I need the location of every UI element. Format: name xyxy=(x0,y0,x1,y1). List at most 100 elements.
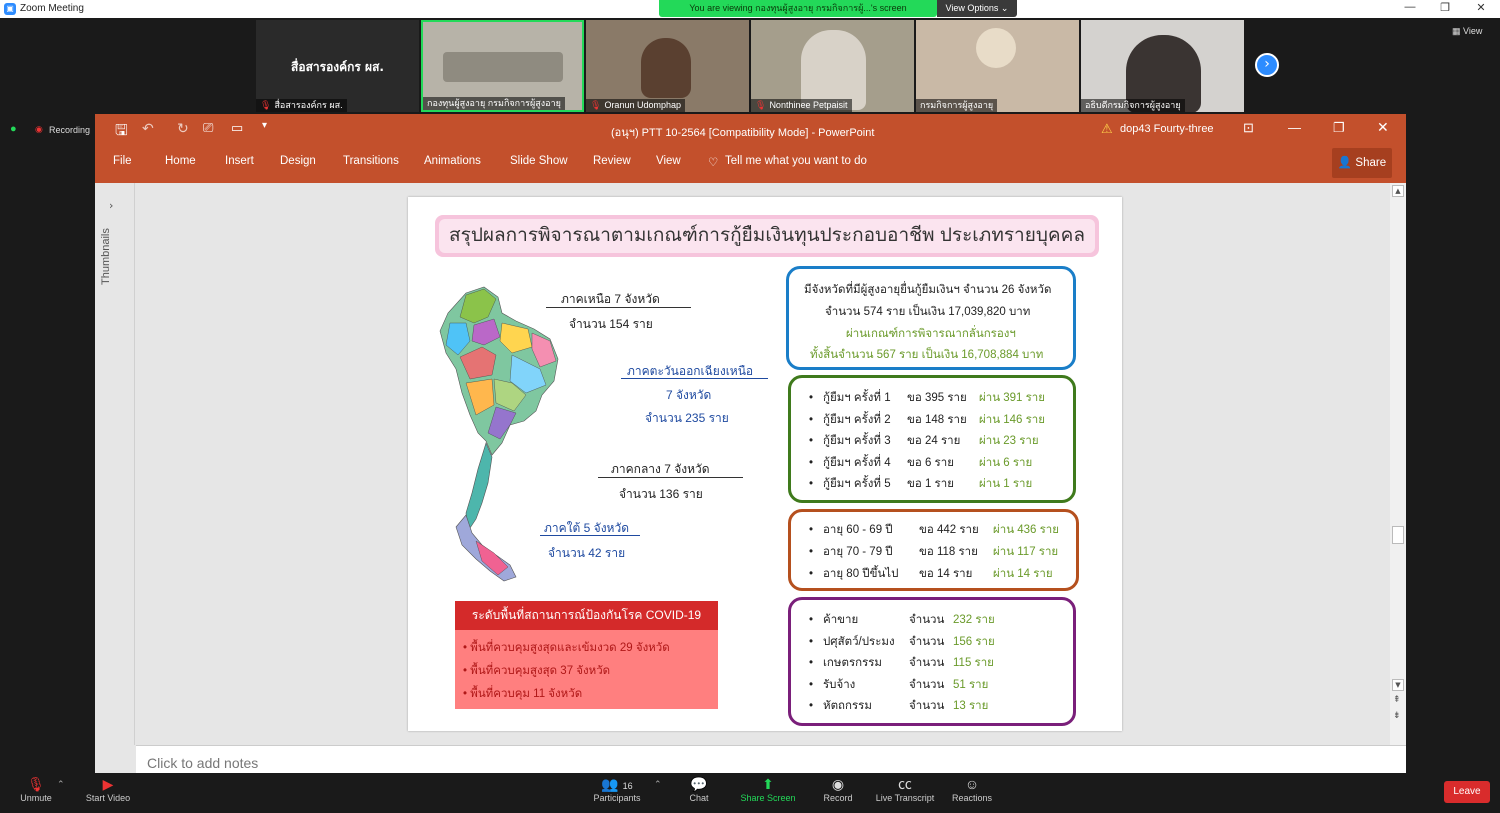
scroll-thumb[interactable] xyxy=(1392,526,1404,544)
next-page-button[interactable]: › xyxy=(1255,53,1279,77)
meeting-toolbar: 🎙 Unmute ⌃ ▶ Start Video 👥 16 Participants … xyxy=(0,773,1500,813)
tab-file[interactable]: File xyxy=(113,155,132,167)
redo-icon[interactable]: ↻ xyxy=(177,120,189,137)
video-content xyxy=(443,52,563,82)
unmute-button[interactable]: 🎙 Unmute xyxy=(14,773,58,813)
muted-mic-icon: 🎙 xyxy=(755,100,767,110)
notes-pane[interactable]: Click to add notes xyxy=(136,745,1406,773)
slide-canvas[interactable]: สรุปผลการพิจารณาตามเกณฑ์การกู้ยืมเงินทุน… xyxy=(408,197,1122,731)
next-slide-icon[interactable]: ⇟ xyxy=(1393,711,1401,721)
loan-row: • กู้ยืมฯ ครั้งที่ 2 ขอ 148 ราย ผ่าน 146 รา… xyxy=(809,413,1046,426)
age-row: • อายุ 80 ปีขึ้นไป ขอ 14 ราย ผ่าน 14 ราย xyxy=(809,568,1053,580)
start-video-label: Start Video xyxy=(85,793,131,803)
open-folder-icon[interactable]: ▭ xyxy=(231,120,243,136)
tab-animations[interactable]: Animations xyxy=(424,155,481,167)
participants-options-icon[interactable]: ⌃ xyxy=(654,779,662,790)
start-video-button[interactable]: ▶ Start Video xyxy=(82,773,134,813)
record-button[interactable]: ◉ Record xyxy=(818,773,858,813)
participants-icon: 👥 16 xyxy=(601,776,633,792)
tab-insert[interactable]: Insert xyxy=(225,155,254,167)
share-screen-icon: ⬆ xyxy=(762,776,774,792)
view-options-button[interactable]: View Options ⌄ xyxy=(937,0,1017,17)
video-content xyxy=(976,28,1016,68)
scroll-down-icon[interactable]: ▼ xyxy=(1392,679,1404,691)
share-screen-button[interactable]: ⬆ Share Screen xyxy=(739,773,797,813)
job-row: • ปศุสัตว์/ประมง จำนวน 156 ราย xyxy=(809,635,995,648)
covid-item: • พื้นที่ควบคุมสูงสุดและเข้มงวด 29 จังหว… xyxy=(463,642,670,654)
participant-name: กองทุนผู้สูงอายุ กรมกิจการผู้สูงอายุ xyxy=(423,97,565,110)
covid-item: • พื้นที่ควบคุมสูงสุด 37 จังหวัด xyxy=(463,665,611,677)
participant-name: อธิบดีกรมกิจการผู้สูงอายุ xyxy=(1081,99,1185,112)
tab-transitions[interactable]: Transitions xyxy=(343,155,399,167)
reactions-icon: ☺ xyxy=(964,776,980,792)
participant-tile[interactable]: 🎙 Oranun Udomphap xyxy=(586,20,749,112)
participant-tile[interactable]: 🎙 Nonthinee Petpaisit xyxy=(751,20,914,112)
live-transcript-button[interactable]: ㏄ Live Transcript xyxy=(873,773,937,813)
age-row: • อายุ 70 - 79 ปี ขอ 118 ราย ผ่าน 117 ราย xyxy=(809,546,1059,558)
loans-box: • กู้ยืมฯ ครั้งที่ 1 ขอ 395 ราย ผ่าน 391 รา… xyxy=(788,375,1076,503)
region-north-line2: จำนวน 154 ราย xyxy=(569,317,653,331)
tell-me-icon[interactable]: ♡ xyxy=(708,155,718,169)
user-name[interactable]: dop43 Fourty-three xyxy=(1120,123,1214,135)
security-shield-icon[interactable]: ● xyxy=(10,123,17,135)
participant-tile-active[interactable]: กองทุนผู้สูงอายุ กรมกิจการผู้สูงอายุ xyxy=(421,20,584,112)
jobs-box: • ค้าขาย จำนวน 232 ราย • ปศุสัตว์/ประมง จำนวน 1… xyxy=(788,597,1076,726)
minimize-icon[interactable]: — xyxy=(1395,1,1425,13)
undo-icon[interactable]: ↶ xyxy=(142,120,154,137)
qat-customize-icon[interactable]: ▾ xyxy=(262,120,267,131)
tab-slide-show[interactable]: Slide Show xyxy=(510,155,568,167)
view-options-label: View Options xyxy=(945,3,999,13)
tab-review[interactable]: Review xyxy=(593,155,631,167)
covid-box: ระดับพื้นที่สถานการณ์ป้องกันโรค COVID-19… xyxy=(455,601,718,709)
participant-name: 🎙 Nonthinee Petpaisit xyxy=(751,99,852,112)
loan-row: • กู้ยืมฯ ครั้งที่ 5 ขอ 1 ราย ผ่าน 1 ราย xyxy=(809,478,1033,490)
divider-line xyxy=(546,307,691,308)
tab-home[interactable]: Home xyxy=(165,155,196,167)
participants-button[interactable]: 👥 16 Participants xyxy=(588,773,646,813)
thailand-map xyxy=(439,286,559,582)
audio-options-icon[interactable]: ⌃ xyxy=(57,779,65,790)
summary-line1: มีจังหวัดที่มีผู้สูงอายุยื่นกู้ยืมเงินฯ … xyxy=(804,284,1052,296)
tab-design[interactable]: Design xyxy=(280,155,316,167)
ppt-close-icon[interactable]: ✕ xyxy=(1377,119,1389,136)
chat-icon: 💬 xyxy=(690,776,708,792)
record-icon: ◉ xyxy=(831,776,845,792)
participant-tile[interactable]: กรมกิจการผู้สูงอายุ xyxy=(916,20,1079,112)
share-button[interactable]: 👤 Share xyxy=(1332,148,1392,178)
ribbon-display-icon[interactable]: ⊡ xyxy=(1243,120,1254,136)
vertical-scrollbar[interactable]: ▲ ▼ ⇞ ⇟ xyxy=(1390,183,1406,745)
viewing-banner: You are viewing กองทุนผู้สูงอายุ กรมกิจก… xyxy=(659,0,937,17)
zoom-logo-icon: ▣ xyxy=(4,3,16,15)
chat-label: Chat xyxy=(689,793,709,803)
restore-icon[interactable]: ❐ xyxy=(1430,1,1460,14)
divider-line xyxy=(621,378,768,379)
scroll-up-icon[interactable]: ▲ xyxy=(1392,185,1404,197)
ppt-ribbon-tabs: File Home Insert Design Transitions Anim… xyxy=(95,144,1406,183)
reactions-button[interactable]: ☺ Reactions xyxy=(950,773,994,813)
save-icon[interactable]: 🖫 xyxy=(115,120,128,145)
view-toggle-button[interactable]: ▦ View xyxy=(1452,26,1482,37)
muted-mic-icon: 🎙 xyxy=(27,776,45,792)
close-icon[interactable]: ✕ xyxy=(1466,1,1496,14)
summary-line4: ทั้งสิ้นจำนวน 567 ราย เป็นเงิน 16,708,88… xyxy=(810,349,1044,361)
loan-row: • กู้ยืมฯ ครั้งที่ 3 ขอ 24 ราย ผ่าน 23 ราย xyxy=(809,435,1039,447)
participant-tile[interactable]: อธิบดีกรมกิจการผู้สูงอายุ xyxy=(1081,20,1244,112)
live-transcript-label: Live Transcript xyxy=(875,793,935,803)
window-title: Zoom Meeting xyxy=(20,3,84,14)
participant-tile[interactable]: สื่อสารองค์กร ผส. 🎙 สื่อสารองค์กร ผส. xyxy=(256,20,419,112)
participant-name: 🎙 Oranun Udomphap xyxy=(586,99,685,112)
slide-title: สรุปผลการพิจารณาตามเกณฑ์การกู้ยืมเงินทุน… xyxy=(439,219,1095,253)
participants-count: 16 xyxy=(622,781,633,791)
ages-box: • อายุ 60 - 69 ปี ขอ 442 ราย ผ่าน 436 ราย • อ… xyxy=(788,509,1079,591)
leave-button[interactable]: Leave xyxy=(1444,781,1490,803)
tell-me-input[interactable]: Tell me what you want to do xyxy=(725,155,867,167)
chat-button[interactable]: 💬 Chat xyxy=(680,773,718,813)
present-icon[interactable]: ⎚ xyxy=(203,120,213,136)
tab-view[interactable]: View xyxy=(656,155,681,167)
recording-label: Recording xyxy=(49,125,91,135)
video-content xyxy=(641,38,691,98)
ppt-restore-icon[interactable]: ❐ xyxy=(1333,120,1345,136)
age-row: • อายุ 60 - 69 ปี ขอ 442 ราย ผ่าน 436 ราย xyxy=(809,524,1060,536)
ppt-minimize-icon[interactable]: — xyxy=(1288,120,1301,135)
prev-slide-icon[interactable]: ⇞ xyxy=(1393,695,1401,705)
